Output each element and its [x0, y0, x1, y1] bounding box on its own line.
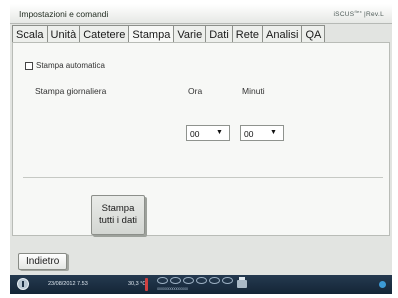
sample-slots: 0000000000000000 [157, 277, 233, 292]
minutes-label: Minuti [242, 86, 265, 96]
minutes-value: 00 [244, 129, 254, 139]
window-title: Impostazioni e comandi [19, 9, 109, 19]
slot-icon [209, 277, 220, 284]
tab-dati[interactable]: Dati [206, 25, 233, 43]
slot-icon [222, 277, 233, 284]
tab-rete[interactable]: Rete [232, 25, 264, 43]
slot-icon [157, 277, 168, 284]
hour-select[interactable]: 00 ▼ [186, 125, 230, 141]
auto-print-label: Stampa automatica [36, 61, 105, 70]
tab-scala[interactable]: Scala [12, 25, 48, 43]
print-all-data-button[interactable]: Stampa tutti i dati [91, 195, 145, 235]
slot-icon [196, 277, 207, 284]
brand-logo: iSCUSflex |Rev.L [333, 9, 384, 18]
back-button[interactable]: Indietro [18, 253, 68, 270]
section-divider [23, 177, 383, 178]
slot-icon [170, 277, 181, 284]
power-icon[interactable] [17, 278, 29, 290]
minutes-select[interactable]: 00 ▼ [240, 125, 284, 141]
daily-print-label: Stampa giornaliera [35, 86, 107, 96]
settings-screen: Impostazioni e comandi iSCUSflex |Rev.L … [10, 4, 392, 294]
brand-name: iSCUS [333, 11, 355, 19]
status-bar: 23/08/2012 7.53 30,3 °C 0000000000000000 [10, 275, 392, 294]
tab-qa[interactable]: QA [302, 25, 326, 43]
hour-value: 00 [190, 129, 200, 139]
printer-icon [237, 277, 247, 288]
hour-label: Ora [188, 86, 203, 96]
stampa-panel: Stampa automatica Stampa giornaliera Ora… [12, 42, 390, 236]
tab-stampa[interactable]: Stampa [129, 25, 175, 43]
settings-tabs: Scala Unità Catetere Stampa Varie Dati R… [12, 25, 326, 43]
brand-sup: flex [354, 9, 362, 14]
auto-print-checkbox[interactable] [25, 61, 33, 70]
tab-unita[interactable]: Unità [47, 25, 81, 43]
auto-print-row[interactable]: Stampa automatica [25, 61, 105, 70]
brand-revision: |Rev.L [364, 11, 384, 19]
dropdown-arrow-icon: ▼ [216, 129, 223, 136]
bottom-bar: Indietro [10, 237, 392, 273]
network-status-icon [379, 281, 386, 288]
tab-varie[interactable]: Varie [174, 25, 207, 43]
title-bar: Impostazioni e comandi iSCUSflex |Rev.L [10, 4, 392, 24]
tab-catetere[interactable]: Catetere [80, 25, 130, 43]
sample-slots-text: 0000000000000000 [157, 286, 188, 291]
dropdown-arrow-icon: ▼ [270, 129, 277, 136]
print-all-label-line1: Stampa [101, 203, 135, 214]
tab-analisi[interactable]: Analisi [263, 25, 303, 43]
datetime: 23/08/2012 7.53 [48, 281, 88, 287]
thermometer-icon [145, 278, 148, 291]
temperature: 30,3 °C [128, 281, 147, 287]
print-all-label-line2: tutti i dati [98, 215, 138, 226]
slot-icon [183, 277, 194, 284]
